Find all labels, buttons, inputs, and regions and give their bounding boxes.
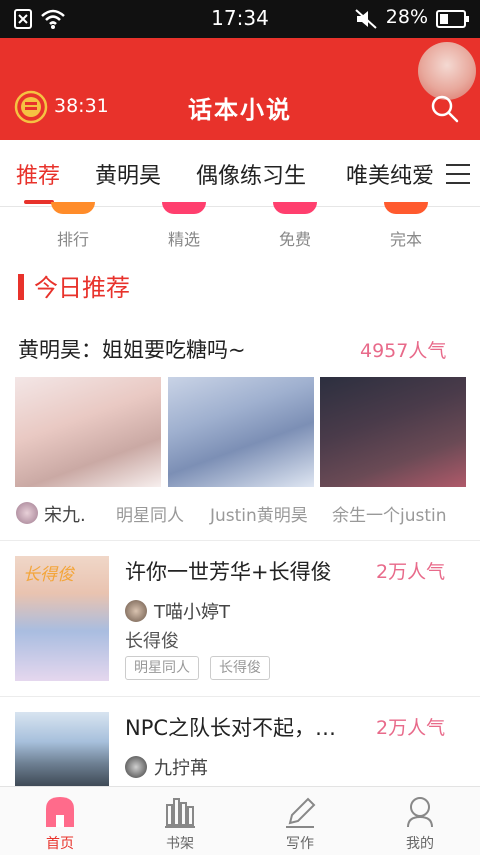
mute-icon [355, 9, 377, 29]
book-popularity: 2万人气 [376, 717, 446, 739]
featured-book-title[interactable]: 黄明昊：姐姐要吃糖吗~ [18, 334, 246, 364]
divider [0, 540, 480, 541]
app-title: 话本小说 [188, 96, 292, 124]
book-tag[interactable]: 明星同人 [125, 656, 199, 680]
battery-icon [436, 10, 469, 28]
book-author[interactable]: 九拧苒 [154, 754, 208, 780]
status-bar: 17:34 28% [0, 0, 480, 38]
category-label: 完本 [389, 230, 422, 249]
tab-huang-minghao[interactable]: 黄明昊 [95, 158, 161, 190]
book-author[interactable]: T喵小婷T [154, 598, 230, 624]
menu-icon[interactable] [446, 164, 470, 184]
book-cover[interactable] [15, 712, 109, 786]
featured-tag-3[interactable]: 余生一个justin [332, 501, 447, 526]
category-label: 精选 [167, 230, 200, 249]
book-title[interactable]: 许你一世芳华+长得俊 [125, 556, 332, 586]
bottom-navigation: 首页 书架 写作 我的 [0, 786, 480, 855]
book-tag[interactable]: 长得俊 [210, 656, 270, 680]
featured-popularity: 4957人气 [360, 340, 447, 362]
divider [0, 696, 480, 697]
nav-bookshelf[interactable]: 书架 [120, 787, 240, 855]
nav-label: 写作 [286, 836, 314, 852]
completed-icon [384, 202, 428, 214]
pen-icon [286, 797, 316, 828]
category-tabs: 推荐 黄明昊 偶像练习生 唯美纯爱 [0, 140, 480, 207]
book-cover[interactable]: 长得俊 [15, 556, 109, 681]
featured-photo-3[interactable] [320, 377, 466, 487]
bookshelf-icon [165, 798, 195, 828]
featured-author[interactable]: 宋九. [44, 501, 86, 527]
tab-recommend[interactable]: 推荐 [16, 158, 60, 190]
nav-label: 首页 [46, 836, 74, 852]
profile-icon [407, 797, 433, 828]
tab-idol-producer[interactable]: 偶像练习生 [196, 158, 306, 190]
nav-profile[interactable]: 我的 [360, 787, 480, 855]
featured-photo-1[interactable] [15, 377, 161, 487]
nav-label: 我的 [406, 836, 434, 852]
battery-percent: 28% [385, 6, 428, 28]
nav-label: 书架 [166, 836, 194, 852]
book-popularity: 2万人气 [376, 561, 446, 583]
app-header: 38:31 话本小说 [0, 38, 480, 140]
active-tab-indicator [24, 200, 54, 204]
cover-text: 长得俊 [23, 565, 74, 585]
author-avatar [125, 600, 147, 622]
featured-photo-2[interactable] [168, 377, 314, 487]
home-icon [46, 797, 74, 827]
category-completed[interactable]: 完本 [361, 202, 451, 254]
category-free[interactable]: 免费 [250, 202, 340, 254]
author-avatar [125, 756, 147, 778]
featured-icon [162, 202, 206, 214]
search-icon[interactable] [430, 94, 460, 124]
book-subtitle: 长得俊 [125, 631, 179, 652]
section-title: 今日推荐 [34, 274, 130, 302]
book-title[interactable]: NPC之队长对不起，… [125, 712, 336, 742]
section-marker [18, 274, 24, 300]
free-icon [273, 202, 317, 214]
user-avatar[interactable] [418, 42, 476, 100]
category-ranking[interactable]: 排行 [28, 202, 118, 254]
tab-pure-romance[interactable]: 唯美纯爱 [346, 158, 434, 190]
category-label: 排行 [56, 230, 89, 249]
category-featured[interactable]: 精选 [139, 202, 229, 254]
featured-tag-1[interactable]: 明星同人 [116, 501, 184, 526]
nav-write[interactable]: 写作 [240, 787, 360, 855]
featured-tag-2[interactable]: Justin黄明昊 [210, 501, 308, 526]
nav-home[interactable]: 首页 [0, 787, 120, 855]
category-label: 免费 [278, 230, 311, 249]
author-avatar [16, 502, 38, 524]
ranking-icon [51, 202, 95, 214]
